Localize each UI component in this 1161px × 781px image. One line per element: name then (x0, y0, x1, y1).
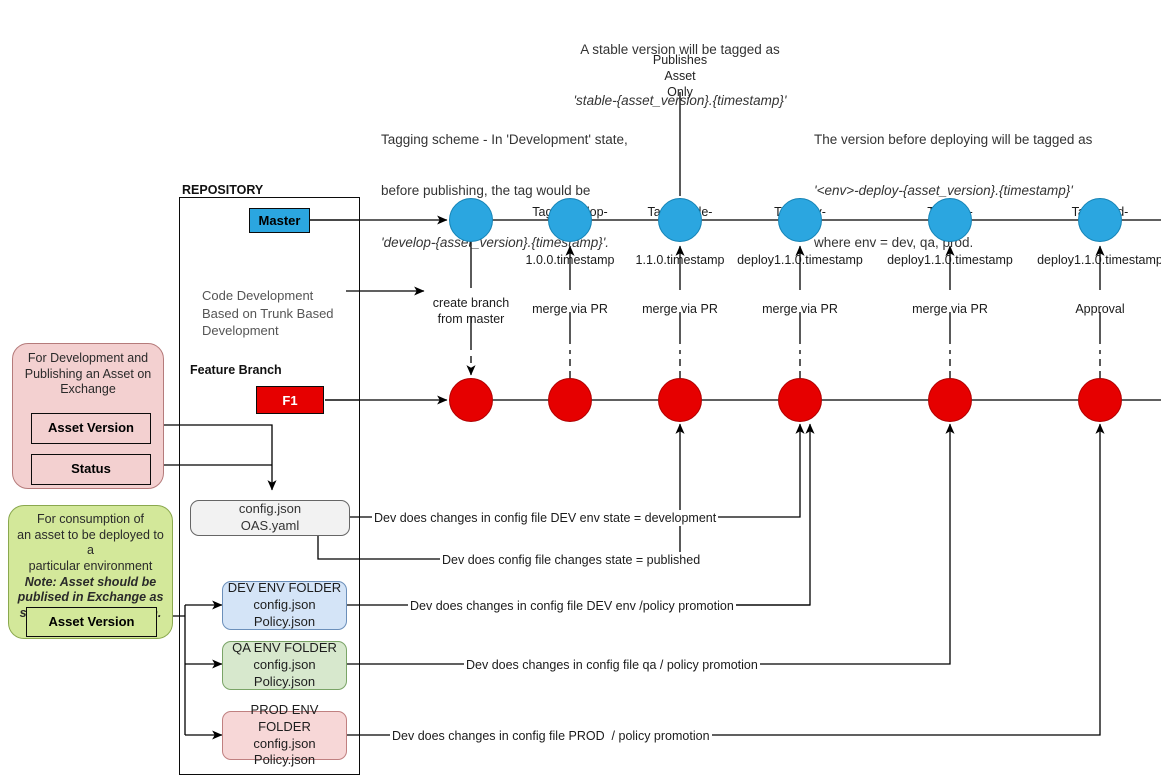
edge-label-merge-via-pr-3: merge via PR (762, 302, 838, 316)
edge-label-merge-via-pr-2: merge via PR (642, 302, 718, 316)
consumption-note2: publised in Exchange as (17, 590, 164, 605)
callout-development-header: For Development and Publishing an Asset … (24, 351, 152, 397)
diagram-canvas: REPOSITORY A stable version will be tagg… (0, 0, 1161, 781)
flow-label-dev-policy-promotion: Dev does changes in config file DEV env … (408, 598, 736, 614)
master-commit-node-2[interactable] (548, 198, 592, 242)
feature-commit-node-3[interactable] (658, 378, 702, 422)
dev-status-field[interactable]: Status (31, 454, 151, 485)
master-commit-node-3[interactable] (658, 198, 702, 242)
tag-qa-line2: deploy1.1.0.timestamp (887, 253, 1013, 267)
consumption-note1: Note: Asset should be (24, 574, 157, 589)
feature-commit-node-2[interactable] (548, 378, 592, 422)
callout-consumption-header: For consumption of an asset to be deploy… (9, 506, 172, 621)
master-branch-box[interactable]: Master (249, 208, 310, 233)
edge-label-merge-via-pr-4: merge via PR (912, 302, 988, 316)
callout-development-publishing: For Development and Publishing an Asset … (12, 343, 164, 489)
tag-dev-line2: deploy1.1.0.timestamp (737, 253, 863, 267)
master-commit-node-5[interactable] (928, 198, 972, 242)
consumption-line3: particular environment (28, 558, 153, 573)
feature-branch-label: Feature Branch (190, 363, 282, 377)
feature-commit-node-5[interactable] (928, 378, 972, 422)
feature-branch-box[interactable]: F1 (256, 386, 324, 414)
flow-label-prod-policy-promotion: Dev does changes in config file PROD / p… (390, 728, 712, 744)
edge-label-merge-via-pr-1: merge via PR (532, 302, 608, 316)
tagging-scheme-line1: Tagging scheme - In 'Development' state, (381, 131, 628, 147)
consumption-line1: For consumption of (37, 512, 144, 526)
edge-label-approval: Approval (1075, 302, 1125, 316)
edge-label-create-branch: create branch from master (432, 296, 510, 326)
tag-prod-line2: deploy1.1.0.timestamp (1037, 253, 1161, 267)
master-commit-node-6[interactable] (1078, 198, 1122, 242)
tag-stable-line2: 1.1.0.timestamp (635, 253, 725, 267)
callout-consumption: For consumption of an asset to be deploy… (8, 505, 173, 639)
flow-label-dev-env-development: Dev does changes in config file DEV env … (372, 510, 719, 526)
repository-label: REPOSITORY (182, 183, 264, 197)
dev-env-folder-box[interactable]: DEV ENV FOLDER config.json Policy.json (222, 580, 347, 630)
consumption-line2: an asset to be deployed to a (17, 527, 164, 558)
master-commit-node-4[interactable] (778, 198, 822, 242)
feature-commit-node-4[interactable] (778, 378, 822, 422)
feature-commit-node-6[interactable] (1078, 378, 1122, 422)
deploy-tag-line1: The version before deploying will be tag… (814, 131, 1093, 147)
annotation-publishes-asset-only: Publishes Asset Only (652, 53, 708, 99)
flow-label-qa-policy-promotion: Dev does changes in config file qa / pol… (464, 657, 760, 673)
prod-env-folder-box[interactable]: PROD ENV FOLDER config.json Policy.json (222, 702, 347, 767)
consumption-asset-version-field[interactable]: Asset Version (26, 607, 157, 637)
master-commit-node-1[interactable] (449, 198, 493, 242)
dev-asset-version-field[interactable]: Asset Version (31, 413, 151, 444)
qa-env-folder-box[interactable]: QA ENV FOLDER config.json Policy.json (222, 640, 347, 690)
flow-label-state-published: Dev does config file changes state = pub… (440, 552, 703, 568)
config-oas-box[interactable]: config.json OAS.yaml (190, 500, 350, 536)
code-development-note: Code Development Based on Trunk Based De… (202, 288, 334, 339)
feature-commit-node-1[interactable] (449, 378, 493, 422)
